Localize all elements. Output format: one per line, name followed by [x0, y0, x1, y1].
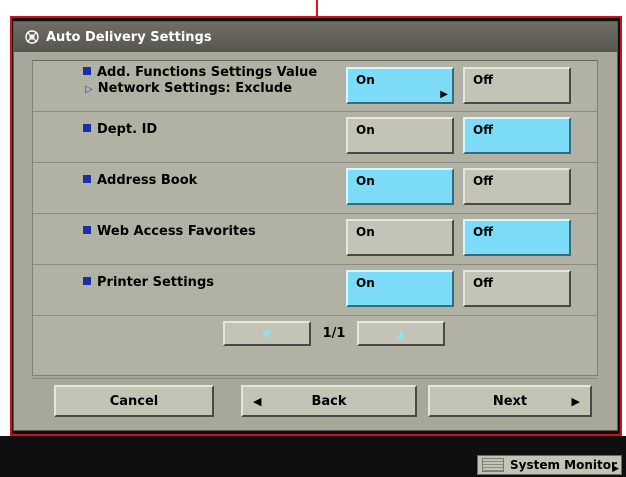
bullet-icon	[83, 124, 91, 132]
triangle-up-icon: ▲	[396, 326, 406, 341]
setting-label: Web Access Favorites	[97, 224, 256, 239]
off-label: Off	[473, 276, 493, 290]
submenu-arrow-icon: ▶	[440, 89, 448, 100]
on-label: On	[356, 225, 375, 239]
on-button[interactable]: On	[346, 270, 454, 307]
bullet-icon	[83, 175, 91, 183]
corner-arrow-icon: ▶	[612, 464, 619, 474]
off-button[interactable]: Off	[463, 168, 571, 205]
off-button[interactable]: Off	[463, 67, 571, 104]
next-button[interactable]: Next ▶	[428, 385, 592, 417]
next-label: Next	[492, 393, 528, 409]
off-button[interactable]: Off	[463, 117, 571, 154]
setting-sub-text: Network Settings: Exclude	[97, 81, 293, 96]
setting-label-block: Dept. ID	[83, 122, 157, 138]
off-label: Off	[473, 123, 493, 137]
on-button[interactable]: On	[346, 219, 454, 256]
bullet-icon	[83, 277, 91, 285]
footer-divider	[32, 378, 598, 379]
on-button[interactable]: On ▶	[346, 67, 454, 104]
system-monitor-button[interactable]: System Monitor ▶	[477, 455, 622, 475]
dialog-title: Auto Delivery Settings	[46, 29, 212, 45]
setting-label: Printer Settings	[97, 275, 214, 290]
setting-row-dept-id: Dept. ID On Off	[33, 112, 597, 163]
page-indicator: 1/1	[322, 326, 346, 341]
off-button[interactable]: Off	[463, 219, 571, 256]
top-indicator-line	[316, 0, 318, 16]
bullet-icon	[83, 226, 91, 234]
cancel-button[interactable]: Cancel	[54, 385, 214, 417]
off-label: Off	[473, 73, 493, 87]
back-label: Back	[311, 393, 347, 409]
auto-delivery-dialog: Auto Delivery Settings Add. Functions Se…	[13, 21, 618, 431]
triangle-down-icon: ▼	[262, 326, 272, 341]
setting-label-block: Address Book	[83, 173, 197, 189]
cancel-label: Cancel	[109, 393, 159, 409]
back-button[interactable]: ◀ Back	[241, 385, 417, 417]
setting-label: Dept. ID	[97, 122, 158, 137]
gear-icon	[25, 30, 39, 44]
on-label: On	[356, 123, 375, 137]
on-label: On	[356, 174, 375, 188]
setting-row-add-functions: Add. Functions Settings Value ▷ Network S…	[33, 61, 597, 112]
on-label: On	[356, 276, 375, 290]
setting-label-block: Printer Settings	[83, 275, 214, 291]
setting-label: Add. Functions Settings Value	[97, 65, 318, 80]
setting-label-block: Add. Functions Settings Value ▷ Network S…	[83, 65, 317, 98]
arrow-right-icon: ▶	[571, 394, 580, 408]
setting-row-address-book: Address Book On Off	[33, 163, 597, 214]
off-button[interactable]: Off	[463, 270, 571, 307]
off-label: Off	[473, 174, 493, 188]
arrow-left-icon: ◀	[253, 394, 262, 408]
system-monitor-label: System Monitor	[510, 458, 617, 472]
setting-sub-label[interactable]: ▷ Network Settings: Exclude	[83, 81, 317, 98]
settings-list: Add. Functions Settings Value ▷ Network S…	[32, 60, 598, 376]
on-button[interactable]: On	[346, 168, 454, 205]
pager: ▼ 1/1 ▲	[223, 321, 445, 346]
page-down-button[interactable]: ▼	[223, 321, 311, 346]
off-label: Off	[473, 225, 493, 239]
triangle-right-icon: ▷	[85, 84, 93, 95]
page-up-button[interactable]: ▲	[357, 321, 445, 346]
setting-label-block: Web Access Favorites	[83, 224, 256, 240]
on-label: On	[356, 73, 375, 87]
title-bar: Auto Delivery Settings	[14, 22, 617, 52]
on-button[interactable]: On	[346, 117, 454, 154]
setting-label: Address Book	[97, 173, 198, 188]
bullet-icon	[83, 67, 91, 75]
monitor-icon	[482, 458, 504, 472]
setting-row-printer-settings: Printer Settings On Off	[33, 265, 597, 316]
setting-row-web-access-favorites: Web Access Favorites On Off	[33, 214, 597, 265]
